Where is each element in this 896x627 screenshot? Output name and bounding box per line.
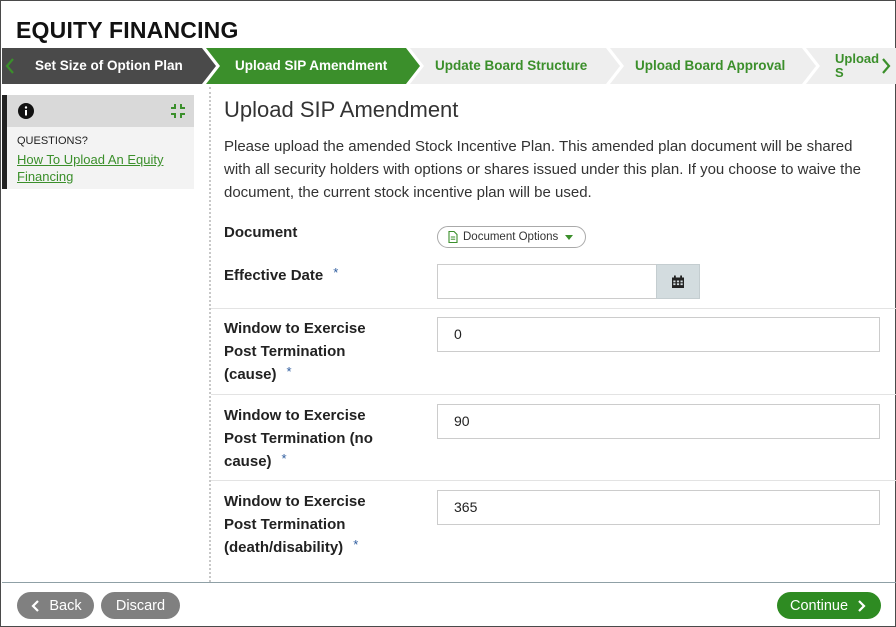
document-label: Document <box>224 221 384 244</box>
help-panel: QUESTIONS? How To Upload An Equity Finan… <box>2 95 194 189</box>
effective-date-input[interactable] <box>437 264 657 299</box>
effective-date-label-text: Effective Date <box>224 267 324 284</box>
required-marker: * <box>353 537 359 552</box>
required-marker: * <box>333 265 339 280</box>
document-options-button[interactable]: Document Options <box>437 226 587 248</box>
content-divider <box>209 87 211 582</box>
chevron-left-icon <box>5 58 14 74</box>
help-panel-header <box>7 95 194 127</box>
effective-date-label: Effective Date * <box>224 264 384 287</box>
row-separator <box>211 480 896 481</box>
calendar-button[interactable] <box>656 264 700 299</box>
continue-button[interactable]: Continue <box>777 592 881 619</box>
wizard-step-5[interactable]: Upload S Approva <box>835 52 881 80</box>
chevron-left-icon <box>31 599 40 612</box>
footer-divider <box>2 582 896 583</box>
window-no-cause-label: Window to Exercise Post Termination (no … <box>224 404 384 473</box>
wizard-steps: Set Size of Option Plan Upload SIP Amend… <box>2 48 896 84</box>
back-button[interactable]: Back <box>17 592 94 619</box>
page-title: EQUITY FINANCING <box>16 17 239 43</box>
wizard-next-button[interactable] <box>880 48 894 84</box>
window-cause-input[interactable]: 0 <box>437 317 880 352</box>
chevron-right-icon <box>882 58 891 74</box>
window-death-label: Window to Exercise Post Termination (dea… <box>224 490 384 559</box>
row-separator <box>211 308 896 309</box>
compress-icon[interactable] <box>170 103 186 119</box>
questions-label: QUESTIONS? <box>17 135 88 147</box>
window-cause-label: Window to Exercise Post Termination (cau… <box>224 317 384 386</box>
wizard-step-4[interactable]: Upload Board Approval <box>635 48 785 84</box>
section-heading: Upload SIP Amendment <box>224 97 459 122</box>
app-window: EQUITY FINANCING Set Size of Option Plan… <box>0 0 896 627</box>
window-death-label-text: Window to Exercise Post Termination (dea… <box>224 493 366 556</box>
window-cause-label-text: Window to Exercise Post Termination (cau… <box>224 320 366 383</box>
window-no-cause-input[interactable]: 90 <box>437 404 880 439</box>
continue-label: Continue <box>789 597 849 614</box>
help-link[interactable]: How To Upload An Equity Financing <box>17 151 187 185</box>
window-death-input[interactable]: 365 <box>437 490 880 525</box>
chevron-right-icon <box>858 599 866 612</box>
calendar-icon <box>672 275 684 288</box>
window-no-cause-label-text: Window to Exercise Post Termination (no … <box>224 407 373 470</box>
back-label: Back <box>49 597 82 614</box>
section-description: Please upload the amended Stock Incentiv… <box>224 138 862 201</box>
discard-button[interactable]: Discard <box>101 592 180 619</box>
discard-label: Discard <box>115 597 166 614</box>
document-label-text: Document <box>224 224 298 241</box>
row-separator <box>211 394 896 395</box>
caret-down-icon <box>565 234 574 240</box>
info-icon <box>18 103 34 119</box>
wizard-prev-button[interactable] <box>4 48 18 84</box>
file-icon <box>448 231 458 243</box>
wizard-step-2[interactable]: Upload SIP Amendment <box>235 48 387 84</box>
wizard-step-3[interactable]: Update Board Structure <box>435 48 587 84</box>
document-options-label: Document Options <box>463 231 559 243</box>
required-marker: * <box>281 451 287 466</box>
required-marker: * <box>286 364 292 379</box>
wizard-step-1[interactable]: Set Size of Option Plan <box>35 48 183 84</box>
